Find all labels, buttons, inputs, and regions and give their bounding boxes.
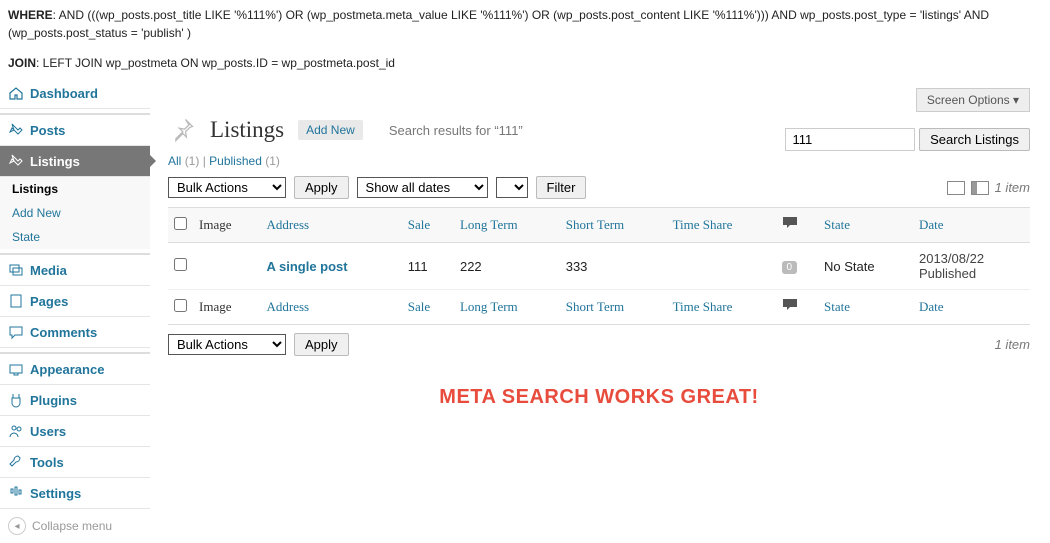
sidebar-item-comments[interactable]: Comments: [0, 317, 150, 348]
col-sale[interactable]: Sale: [402, 208, 454, 243]
row-checkbox[interactable]: [174, 258, 187, 271]
sidebar-item-users[interactable]: Users: [0, 416, 150, 447]
col-date[interactable]: Date: [913, 208, 1030, 243]
filter-published[interactable]: Published: [209, 154, 262, 168]
status-links: All (1) | Published (1): [168, 154, 1030, 168]
select-all-checkbox[interactable]: [174, 217, 187, 230]
col-state[interactable]: State: [818, 208, 913, 243]
search-box: Search Listings: [785, 128, 1030, 151]
home-icon: [8, 85, 24, 101]
sidebar-item-appearance[interactable]: Appearance: [0, 352, 150, 385]
cell-state: No State: [818, 243, 913, 290]
col-short[interactable]: Short Term: [560, 208, 667, 243]
search-results-label: Search results for “111”: [389, 123, 523, 138]
sidebar-item-dashboard[interactable]: Dashboard: [0, 78, 150, 109]
apply-button-bottom[interactable]: Apply: [294, 333, 349, 356]
comment-count[interactable]: 0: [782, 261, 798, 274]
col-comments[interactable]: [776, 208, 818, 243]
bulk-actions-select[interactable]: Bulk Actions: [168, 177, 286, 198]
cell-long: 222: [454, 243, 560, 290]
comment-icon: [782, 216, 798, 230]
row-title-link[interactable]: A single post: [266, 259, 347, 274]
sidebar-item-media[interactable]: Media: [0, 253, 150, 286]
settings-icon: [8, 485, 24, 501]
cell-short: 333: [560, 243, 667, 290]
view-list-icon[interactable]: [947, 181, 965, 195]
item-count-bottom: 1 item: [995, 337, 1030, 352]
debug-join: JOIN: LEFT JOIN wp_postmeta ON wp_posts.…: [0, 48, 1050, 78]
table-row: A single post 111 222 333 0 No State 201…: [168, 243, 1030, 290]
pin-icon: [8, 153, 24, 169]
pin-icon: [8, 122, 24, 138]
page-icon: [8, 293, 24, 309]
sidebar-item-pages[interactable]: Pages: [0, 286, 150, 317]
admin-sidebar: Dashboard Posts Listings Listings Add Ne…: [0, 78, 150, 543]
filter-all[interactable]: All: [168, 154, 181, 168]
comment-icon: [8, 324, 24, 340]
sidebar-item-settings[interactable]: Settings: [0, 478, 150, 509]
cell-date: 2013/08/22 Published: [913, 243, 1030, 290]
collapse-icon: ◂: [8, 517, 26, 535]
sidebar-item-tools[interactable]: Tools: [0, 447, 150, 478]
appearance-icon: [8, 361, 24, 377]
sidebar-submenu: Listings Add New State: [0, 177, 150, 249]
col-time[interactable]: Time Share: [667, 208, 776, 243]
banner-text: META SEARCH WORKS GREAT!: [168, 386, 1030, 409]
sidebar-item-posts[interactable]: Posts: [0, 113, 150, 146]
item-count: 1 item: [995, 180, 1030, 195]
submenu-state[interactable]: State: [0, 225, 150, 249]
col-long[interactable]: Long Term: [454, 208, 560, 243]
submenu-add-new[interactable]: Add New: [0, 201, 150, 225]
filter-button[interactable]: Filter: [536, 176, 587, 199]
cell-time: [667, 243, 776, 290]
pushpin-icon: [168, 116, 196, 144]
sidebar-item-listings[interactable]: Listings: [0, 146, 150, 177]
tool-icon: [8, 454, 24, 470]
debug-where: WHERE: AND (((wp_posts.post_title LIKE '…: [0, 0, 1050, 48]
col-address[interactable]: Address: [260, 208, 401, 243]
cell-sale: 111: [402, 243, 454, 290]
listings-table: Image Address Sale Long Term Short Term …: [168, 207, 1030, 325]
add-new-button[interactable]: Add New: [298, 120, 363, 140]
user-icon: [8, 423, 24, 439]
page-title: Listings: [210, 117, 284, 143]
bulk-actions-select-bottom[interactable]: Bulk Actions: [168, 334, 286, 355]
screen-options-button[interactable]: Screen Options ▾: [916, 88, 1030, 112]
col-image: Image: [193, 208, 260, 243]
search-input[interactable]: [785, 128, 915, 151]
plugin-icon: [8, 392, 24, 408]
submenu-listings[interactable]: Listings: [0, 177, 150, 201]
sidebar-item-plugins[interactable]: Plugins: [0, 385, 150, 416]
dates-select[interactable]: Show all dates: [357, 177, 488, 198]
view-excerpt-icon[interactable]: [971, 181, 989, 195]
select-all-checkbox-bottom[interactable]: [174, 299, 187, 312]
extra-select[interactable]: [496, 177, 528, 198]
media-icon: [8, 262, 24, 278]
search-button[interactable]: Search Listings: [919, 128, 1030, 151]
comment-icon: [782, 298, 798, 312]
apply-button[interactable]: Apply: [294, 176, 349, 199]
